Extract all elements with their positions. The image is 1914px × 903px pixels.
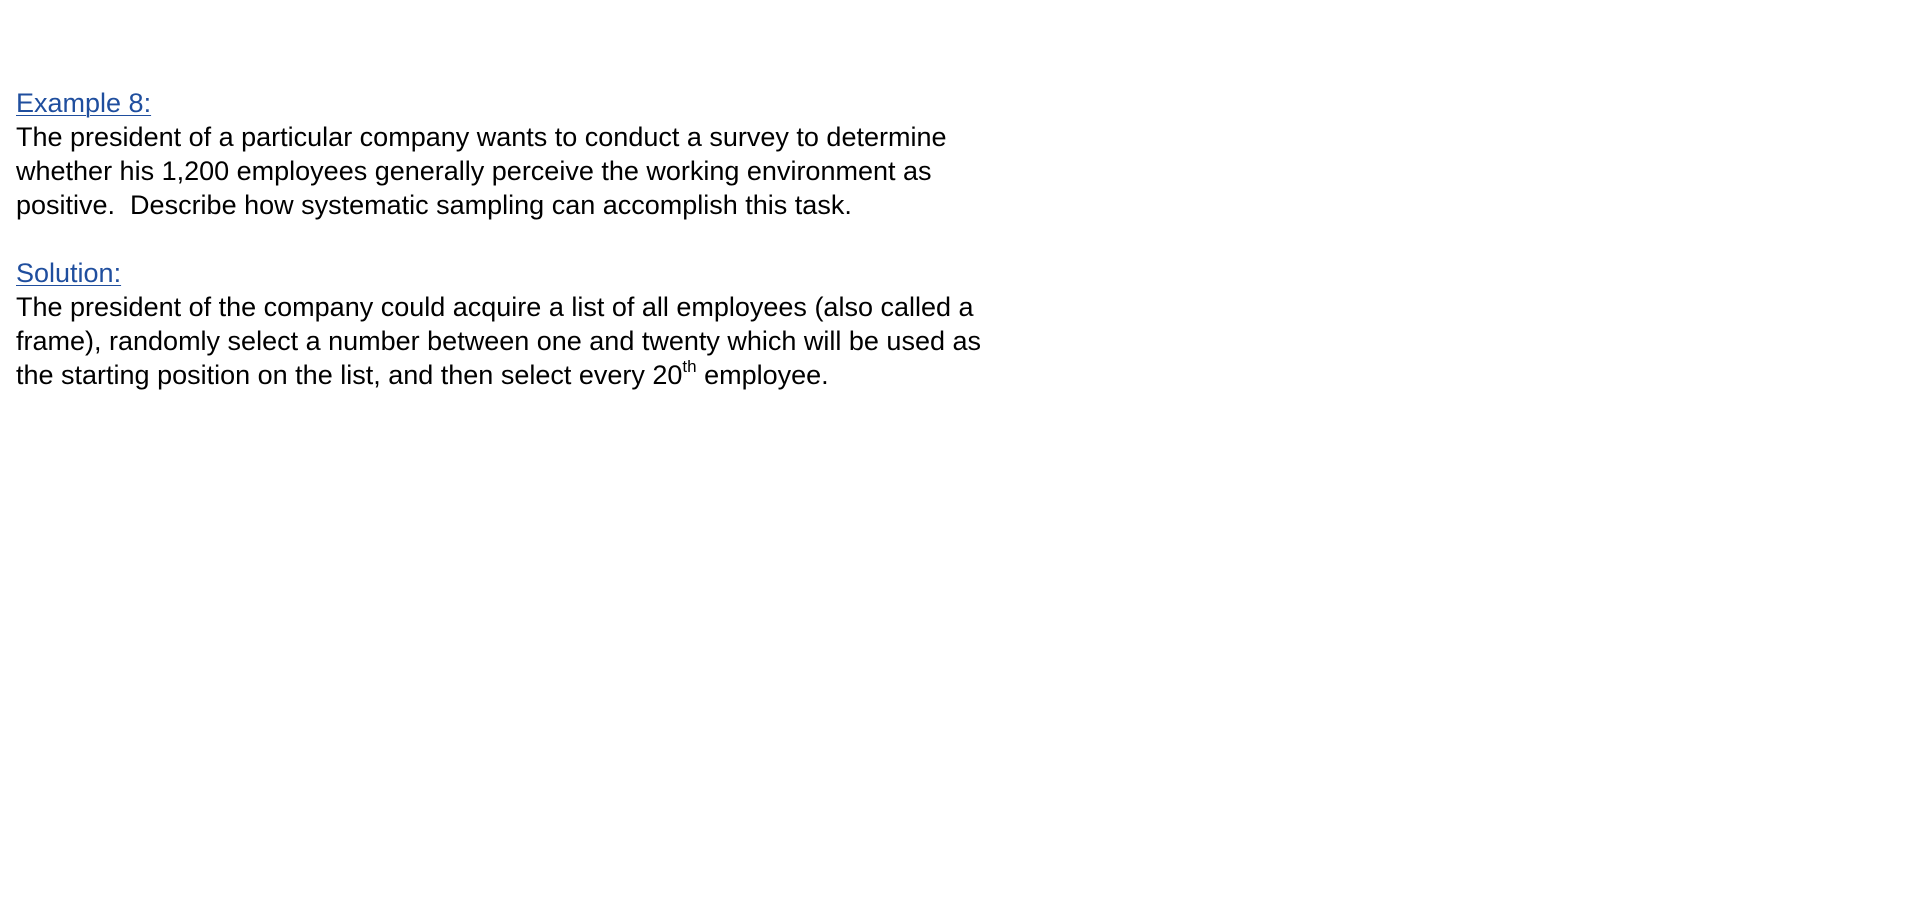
solution-paragraph: The president of the company could acqui… [16, 290, 1076, 392]
example-line: positive. Describe how systematic sampli… [16, 190, 852, 220]
solution-last-line-prefix: the starting position on the list, and t… [16, 360, 683, 390]
example-heading: Example 8: [16, 88, 152, 118]
solution-line: The president of the company could acqui… [16, 292, 974, 322]
solution-line-last: the starting position on the list, and t… [16, 358, 1076, 392]
example-line: The president of a particular company wa… [16, 122, 947, 152]
ordinal-superscript: th [682, 357, 697, 376]
example-paragraph: The president of a particular company wa… [16, 120, 1076, 222]
solution-last-line-suffix: employee. [696, 360, 829, 390]
solution-heading: Solution: [16, 258, 122, 288]
document-body: Example 8: The president of a particular… [16, 86, 1076, 392]
solution-line: frame), randomly select a number between… [16, 326, 981, 356]
example-line: whether his 1,200 employees generally pe… [16, 156, 932, 186]
